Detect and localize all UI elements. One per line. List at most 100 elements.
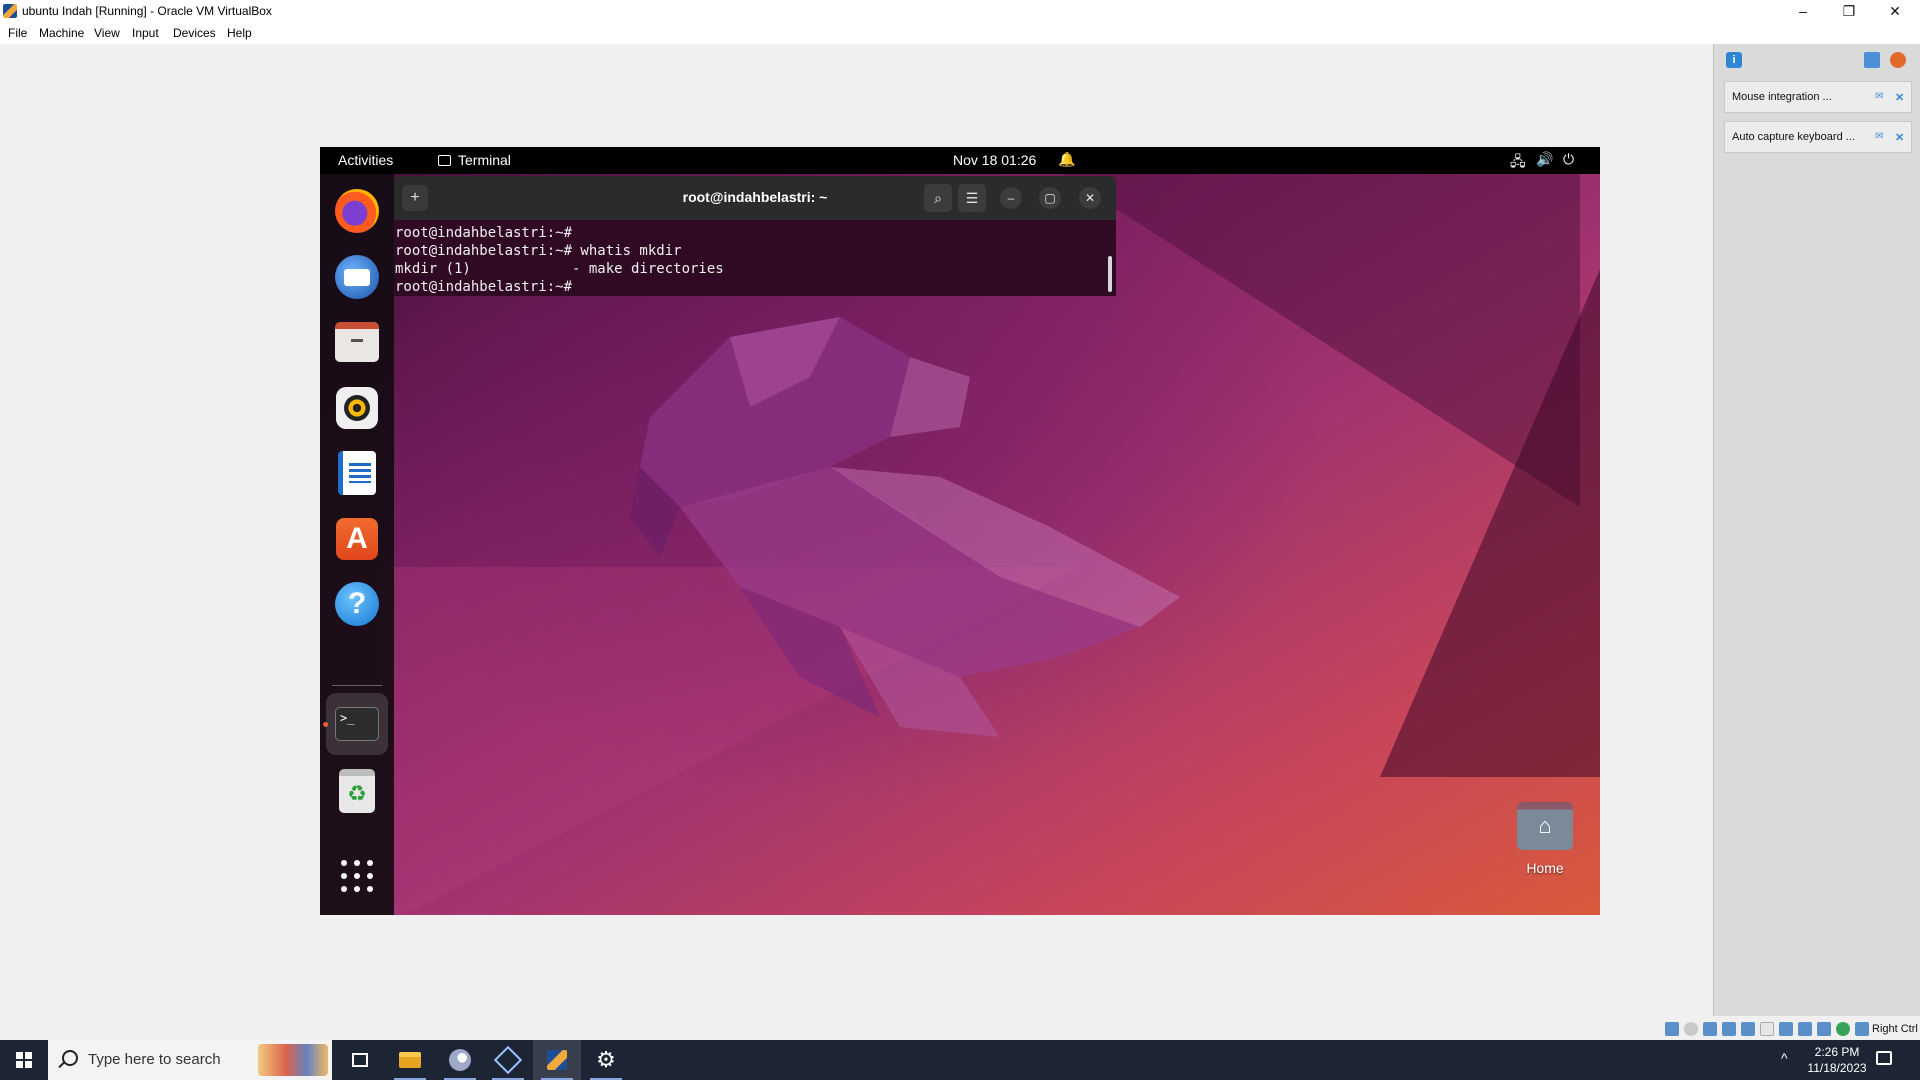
power-icon[interactable]: ⏻: [1563, 151, 1574, 168]
dismiss-all-icon[interactable]: [1890, 52, 1906, 68]
close-button[interactable]: ✕: [1872, 0, 1918, 22]
dock-writer[interactable]: [332, 448, 382, 498]
vbox-titlebar: ubuntu Indah [Running] - Oracle VM Virtu…: [0, 0, 1920, 22]
gear-icon: ⚙: [596, 1047, 616, 1072]
dock-files[interactable]: [332, 317, 382, 367]
optical-drive-icon[interactable]: [1684, 1022, 1698, 1036]
notification-auto-capture[interactable]: Auto capture keyboard ... ✉ ✕: [1724, 121, 1912, 153]
hard-disk-icon[interactable]: [1665, 1022, 1679, 1036]
file-explorer-icon: [399, 1052, 421, 1068]
apps-grid-icon: [341, 860, 373, 892]
action-center-icon[interactable]: [1876, 1051, 1892, 1065]
dock-help[interactable]: ?: [332, 579, 382, 629]
cpu-icon[interactable]: [1817, 1022, 1831, 1036]
terminal-output[interactable]: root@indahbelastri:~# root@indahbelastri:…: [394, 224, 1105, 296]
virtualbox-vm-button[interactable]: [533, 1040, 581, 1080]
dock-rhythmbox[interactable]: [332, 383, 382, 433]
chevron-up-icon[interactable]: ^: [1781, 1050, 1788, 1066]
terminal-headerbar[interactable]: + root@indahbelastri: ~ ⌕ ☰ – ▢ ✕: [394, 176, 1116, 220]
taskbar-clock[interactable]: 2:26 PM 11/18/2023: [1806, 1044, 1868, 1076]
virtualbox-vm-icon: [547, 1050, 567, 1070]
clock-date: 11/18/2023: [1807, 1061, 1867, 1075]
ubuntu-topbar: Activities Terminal Nov 18 01:26 🔔 🖧 🔊 ⏻: [320, 147, 1600, 174]
close-icon[interactable]: ✕: [1895, 91, 1907, 104]
terminal-line: root@indahbelastri:~# whatis mkdir: [395, 243, 682, 259]
usb-icon[interactable]: [1741, 1022, 1755, 1036]
recording-icon[interactable]: [1798, 1022, 1812, 1036]
terminal-small-icon: [438, 154, 451, 166]
steam-button[interactable]: [436, 1040, 484, 1080]
thunderbird-icon: [335, 255, 379, 299]
virtualbox-manager-icon: [493, 1045, 523, 1075]
virtualbox-manager-button[interactable]: [484, 1040, 532, 1080]
volume-icon[interactable]: 🔊: [1536, 151, 1553, 168]
task-view-icon: [352, 1053, 368, 1067]
settings-button[interactable]: ⚙: [582, 1040, 630, 1080]
show-apps-button[interactable]: [332, 851, 382, 901]
shared-folders-icon[interactable]: [1760, 1022, 1774, 1036]
notification-text: Mouse integration ...: [1732, 91, 1832, 103]
home-folder-icon: ⌂: [1517, 802, 1573, 850]
menu-devices[interactable]: Devices: [173, 26, 216, 40]
message-icon[interactable]: ✉: [1875, 91, 1887, 103]
topbar-app-menu[interactable]: Terminal: [438, 152, 511, 168]
mouse-integration-icon[interactable]: [1836, 1022, 1850, 1036]
help-icon: ?: [335, 582, 379, 626]
home-label: Home: [1526, 860, 1564, 876]
window-title: ubuntu Indah [Running] - Oracle VM Virtu…: [22, 4, 272, 18]
wallpaper-shape: [1380, 177, 1600, 777]
keyboard-icon[interactable]: [1855, 1022, 1869, 1036]
search-button[interactable]: ⌕: [924, 184, 952, 212]
dock-separator: [332, 685, 382, 686]
dock-firefox[interactable]: [332, 186, 382, 236]
terminal-scrollbar[interactable]: [1108, 256, 1112, 292]
steam-icon: [449, 1049, 471, 1071]
menu-help[interactable]: Help: [227, 26, 252, 40]
bell-icon[interactable]: 🔔: [1058, 151, 1075, 168]
message-icon[interactable]: ✉: [1875, 131, 1887, 143]
writer-icon: [338, 451, 376, 495]
dock-trash[interactable]: ♻: [332, 766, 382, 816]
notification-text: Auto capture keyboard ...: [1732, 131, 1855, 143]
close-icon[interactable]: ✕: [1895, 131, 1907, 144]
activities-button[interactable]: Activities: [338, 152, 393, 168]
desktop-home-folder[interactable]: ⌂ Home: [1505, 802, 1585, 876]
info-icon[interactable]: i: [1726, 52, 1742, 68]
terminal-icon: >_: [335, 707, 379, 741]
search-icon: [62, 1050, 78, 1066]
menu-view[interactable]: View: [94, 26, 120, 40]
topbar-app-name: Terminal: [458, 152, 511, 168]
toggle-panel-icon[interactable]: [1864, 52, 1880, 68]
terminal-window[interactable]: + root@indahbelastri: ~ ⌕ ☰ – ▢ ✕ root@i…: [394, 176, 1116, 296]
notification-mouse-integration[interactable]: Mouse integration ... ✉ ✕: [1724, 81, 1912, 113]
menu-machine[interactable]: Machine: [39, 26, 84, 40]
minimize-button[interactable]: –: [1780, 0, 1826, 22]
menu-input[interactable]: Input: [132, 26, 159, 40]
search-highlight-art: [258, 1044, 328, 1076]
guest-screen[interactable]: Activities Terminal Nov 18 01:26 🔔 🖧 🔊 ⏻…: [320, 147, 1600, 915]
notification-center: i Mouse integration ... ✉ ✕ Auto capture…: [1713, 44, 1920, 1016]
terminal-line: root@indahbelastri:~#: [395, 225, 573, 241]
task-view-button[interactable]: [336, 1040, 384, 1080]
audio-icon[interactable]: [1703, 1022, 1717, 1036]
terminal-minimize-button[interactable]: –: [1000, 187, 1022, 209]
file-explorer-button[interactable]: [386, 1040, 434, 1080]
dock-app-center[interactable]: A: [332, 514, 382, 564]
terminal-close-button[interactable]: ✕: [1079, 187, 1101, 209]
dock-terminal[interactable]: >_: [326, 693, 388, 755]
terminal-maximize-button[interactable]: ▢: [1039, 187, 1061, 209]
host-key-label[interactable]: Right Ctrl: [1872, 1023, 1918, 1035]
dock-thunderbird[interactable]: [332, 252, 382, 302]
network-icon[interactable]: 🖧: [1510, 151, 1526, 175]
menu-file[interactable]: File: [8, 26, 27, 40]
start-button[interactable]: [0, 1040, 48, 1080]
clock-time: 2:26 PM: [1814, 1045, 1860, 1059]
rhythmbox-icon: [336, 387, 378, 429]
network-status-icon[interactable]: [1722, 1022, 1736, 1036]
display-icon[interactable]: [1779, 1022, 1793, 1036]
hamburger-menu-button[interactable]: ☰: [958, 184, 986, 212]
notification-panel-header: i: [1714, 44, 1920, 72]
taskbar-search[interactable]: Type here to search: [48, 1040, 332, 1080]
clock[interactable]: Nov 18 01:26: [953, 152, 1036, 168]
restore-button[interactable]: ❐: [1826, 0, 1872, 22]
